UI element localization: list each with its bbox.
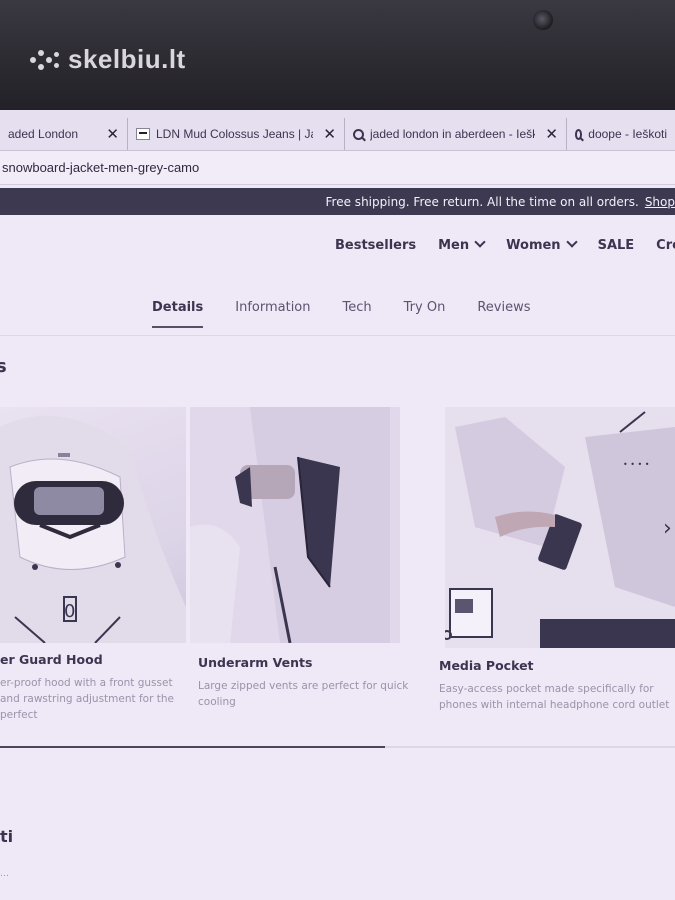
product-tabs: Details Information Tech Try On Reviews <box>152 300 530 328</box>
tab-tech[interactable]: Tech <box>343 300 372 315</box>
nav-item-create[interactable]: Create C <box>656 238 675 253</box>
carousel-progress-fill <box>0 746 385 748</box>
feature-desc-hood: er-proof hood with a front gusset and ra… <box>0 677 174 721</box>
feature-image-vents <box>190 407 400 643</box>
main-nav: Bestsellers Men Women SALE Create C <box>335 236 675 253</box>
browser-tab-3[interactable]: jaded london in aberdeen - Ieškoti ✕ <box>345 118 567 150</box>
browser-tab-4[interactable]: doope - Ieškoti <box>567 118 675 150</box>
chevron-down-icon <box>565 236 578 248</box>
hood-illustration: 0 <box>0 415 186 643</box>
feature-image-hood: 0 <box>0 407 186 643</box>
nav-item-label: Women <box>506 238 561 253</box>
address-bar[interactable]: snowboard-jacket-men-grey-camo <box>0 151 675 185</box>
promo-text: Free shipping. Free return. All the time… <box>325 194 639 209</box>
feature-desc-pocket: Easy-access pocket made specifically for… <box>439 683 670 711</box>
nav-item-sale[interactable]: SALE <box>598 238 635 253</box>
feature-title-hood: er Guard Hood <box>0 652 103 667</box>
nav-item-label: Men <box>438 238 470 253</box>
tab-information[interactable]: Information <box>235 300 310 315</box>
close-tab-icon[interactable]: ✕ <box>323 125 336 143</box>
carousel-next-icon[interactable]: › <box>663 516 672 541</box>
tab-label: aded London <box>8 127 79 141</box>
section-heading: s <box>0 356 7 377</box>
url-text: snowboard-jacket-men-grey-camo <box>2 160 200 175</box>
chevron-down-icon <box>474 236 486 248</box>
tab-label: doope - Ieškoti <box>588 127 667 141</box>
webcam-icon <box>533 10 553 30</box>
skelbiu-logo-icon <box>30 48 60 72</box>
nav-item-men[interactable]: Men <box>438 236 486 253</box>
tab-label: LDN Mud Colossus Jeans | Jaded … <box>156 127 313 141</box>
promo-shop-link[interactable]: Shop <box>645 195 675 209</box>
skelbiu-watermark: skelbiu.lt <box>30 44 186 75</box>
tab-try-on[interactable]: Try On <box>404 300 446 315</box>
tab-reviews[interactable]: Reviews <box>477 300 530 315</box>
nav-item-women[interactable]: Women <box>506 236 578 253</box>
feature-image-pocket: • • • • › <box>445 407 675 648</box>
close-tab-icon[interactable]: ✕ <box>106 125 119 143</box>
feature-desc-vents: Large zipped vents are perfect for quick… <box>198 680 409 708</box>
favicon-icon <box>136 128 150 140</box>
search-icon <box>575 128 583 140</box>
browser-screen: aded London ✕ LDN Mud Colossus Jeans | J… <box>0 110 675 900</box>
close-tab-icon[interactable]: ✕ <box>545 125 558 143</box>
vents-illustration <box>190 407 400 643</box>
pocket-tag-text: • • • • <box>623 460 650 469</box>
search-icon <box>353 128 364 140</box>
hood-number-label: 0 <box>64 601 75 622</box>
carousel-progress[interactable] <box>0 746 675 748</box>
nav-item-bestsellers[interactable]: Bestsellers <box>335 238 416 253</box>
description-heading: ti <box>0 827 14 846</box>
promo-banner: Free shipping. Free return. All the time… <box>0 188 675 215</box>
tabs-divider <box>0 335 675 336</box>
browser-tab-2[interactable]: LDN Mud Colossus Jeans | Jaded … ✕ <box>128 118 345 150</box>
description-paragraph: … <box>0 869 9 879</box>
browser-tab-1[interactable]: aded London ✕ <box>0 118 128 150</box>
feature-title-vents: Underarm Vents <box>198 655 313 670</box>
pocket-illustration: • • • • › <box>445 407 675 648</box>
feature-title-pocket: Media Pocket <box>439 658 534 673</box>
tab-details[interactable]: Details <box>152 300 204 328</box>
browser-tab-bar: aded London ✕ LDN Mud Colossus Jeans | J… <box>0 110 675 151</box>
tab-label: jaded london in aberdeen - Ieškoti <box>370 127 536 141</box>
monitor-bezel: skelbiu.lt <box>0 0 675 110</box>
skelbiu-logo-text: skelbiu.lt <box>68 44 186 74</box>
